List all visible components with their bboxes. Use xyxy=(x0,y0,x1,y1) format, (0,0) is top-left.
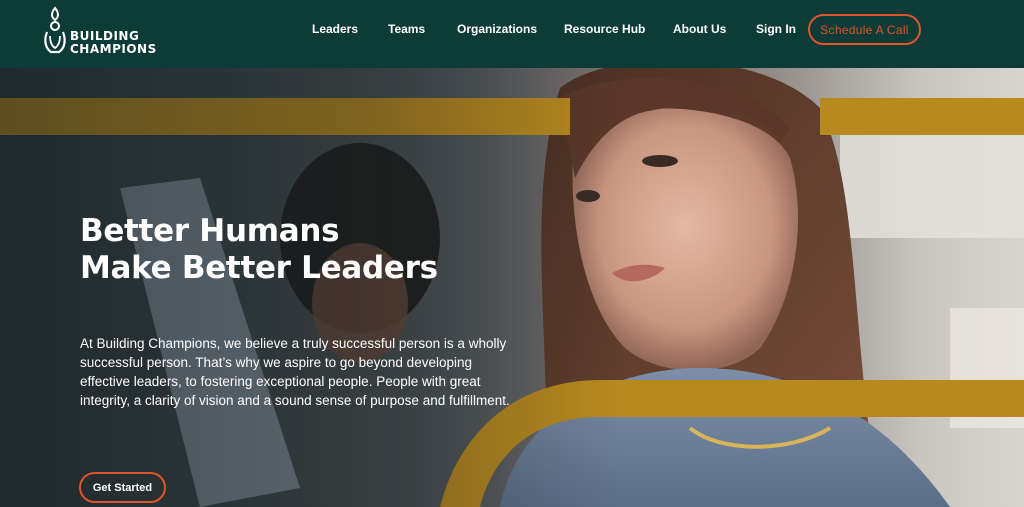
site-header: BUILDING CHAMPIONS Leaders Teams Organiz… xyxy=(0,0,1024,68)
nav-item-resource-hub[interactable]: Resource Hub xyxy=(564,22,645,36)
nav-item-sign-in[interactable]: Sign In xyxy=(756,22,796,36)
hero-section: Better Humans Make Better Leaders At Bui… xyxy=(0,68,1024,507)
hero-overlay xyxy=(0,68,620,507)
nav-item-leaders[interactable]: Leaders xyxy=(312,22,358,36)
hero-description: At Building Champions, we believe a trul… xyxy=(80,336,510,408)
brand-name-line2: CHAMPIONS xyxy=(70,42,157,56)
hero-title: Better Humans Make Better Leaders xyxy=(80,213,438,287)
nav-item-about-us[interactable]: About Us xyxy=(673,22,726,36)
nav-item-organizations[interactable]: Organizations xyxy=(457,22,537,36)
hero-title-line1: Better Humans xyxy=(80,213,340,249)
get-started-button[interactable]: Get Started xyxy=(79,472,166,503)
logo-flame-icon xyxy=(44,6,66,54)
hero-title-line2: Make Better Leaders xyxy=(80,250,438,286)
brand-logo[interactable]: BUILDING CHAMPIONS xyxy=(42,6,162,58)
schedule-call-button[interactable]: Schedule A Call xyxy=(808,14,921,45)
nav-item-teams[interactable]: Teams xyxy=(388,22,425,36)
brand-wordmark: BUILDING CHAMPIONS xyxy=(70,30,157,56)
